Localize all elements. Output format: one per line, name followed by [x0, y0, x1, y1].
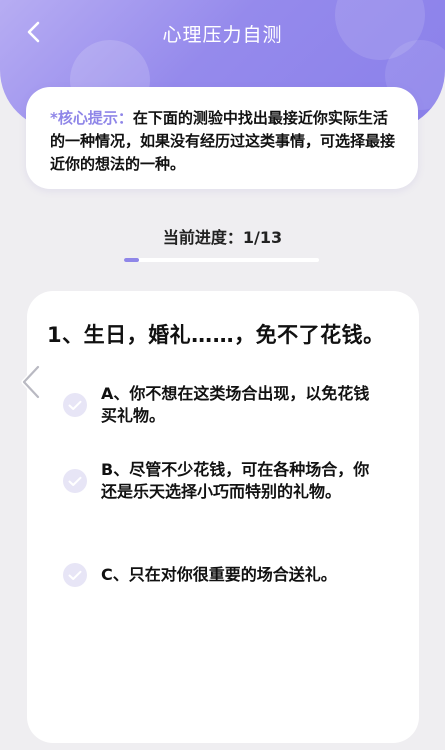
progress-bar: [124, 258, 319, 262]
option-a[interactable]: A、你不想在这类场合出现，以免花钱买礼物。: [63, 383, 393, 427]
tip-label: *核心提示：: [50, 109, 133, 127]
option-label: A、你不想在这类场合出现，以免花钱买礼物。: [101, 384, 370, 425]
option-b[interactable]: B、尽管不少花钱，可在各种场合，你还是乐天选择小巧而特别的礼物。: [63, 459, 393, 503]
question-text: 1、生日，婚礼……，免不了花钱。: [47, 323, 385, 347]
page-title: 心理压力自测: [162, 24, 283, 46]
option-c[interactable]: C、只在对你很重要的场合送礼。: [63, 563, 393, 587]
check-icon: [63, 563, 87, 587]
question-card: 1、生日，婚礼……，免不了花钱。 A、你不想在这类场合出现，以免花钱买礼物。 B…: [27, 291, 419, 743]
option-label: B、尽管不少花钱，可在各种场合，你还是乐天选择小巧而特别的礼物。: [101, 460, 370, 501]
chevron-left-icon: [21, 365, 41, 399]
progress-fill: [124, 258, 139, 262]
previous-question-button[interactable]: [14, 362, 48, 402]
progress-label: 当前进度：1/13: [162, 228, 283, 247]
check-icon: [63, 393, 87, 417]
option-label: C、只在对你很重要的场合送礼。: [101, 565, 337, 584]
check-icon: [63, 469, 87, 493]
tip-card: *核心提示：在下面的测验中找出最接近你实际生活的一种情况，如果没有经历过这类事情…: [26, 87, 418, 189]
